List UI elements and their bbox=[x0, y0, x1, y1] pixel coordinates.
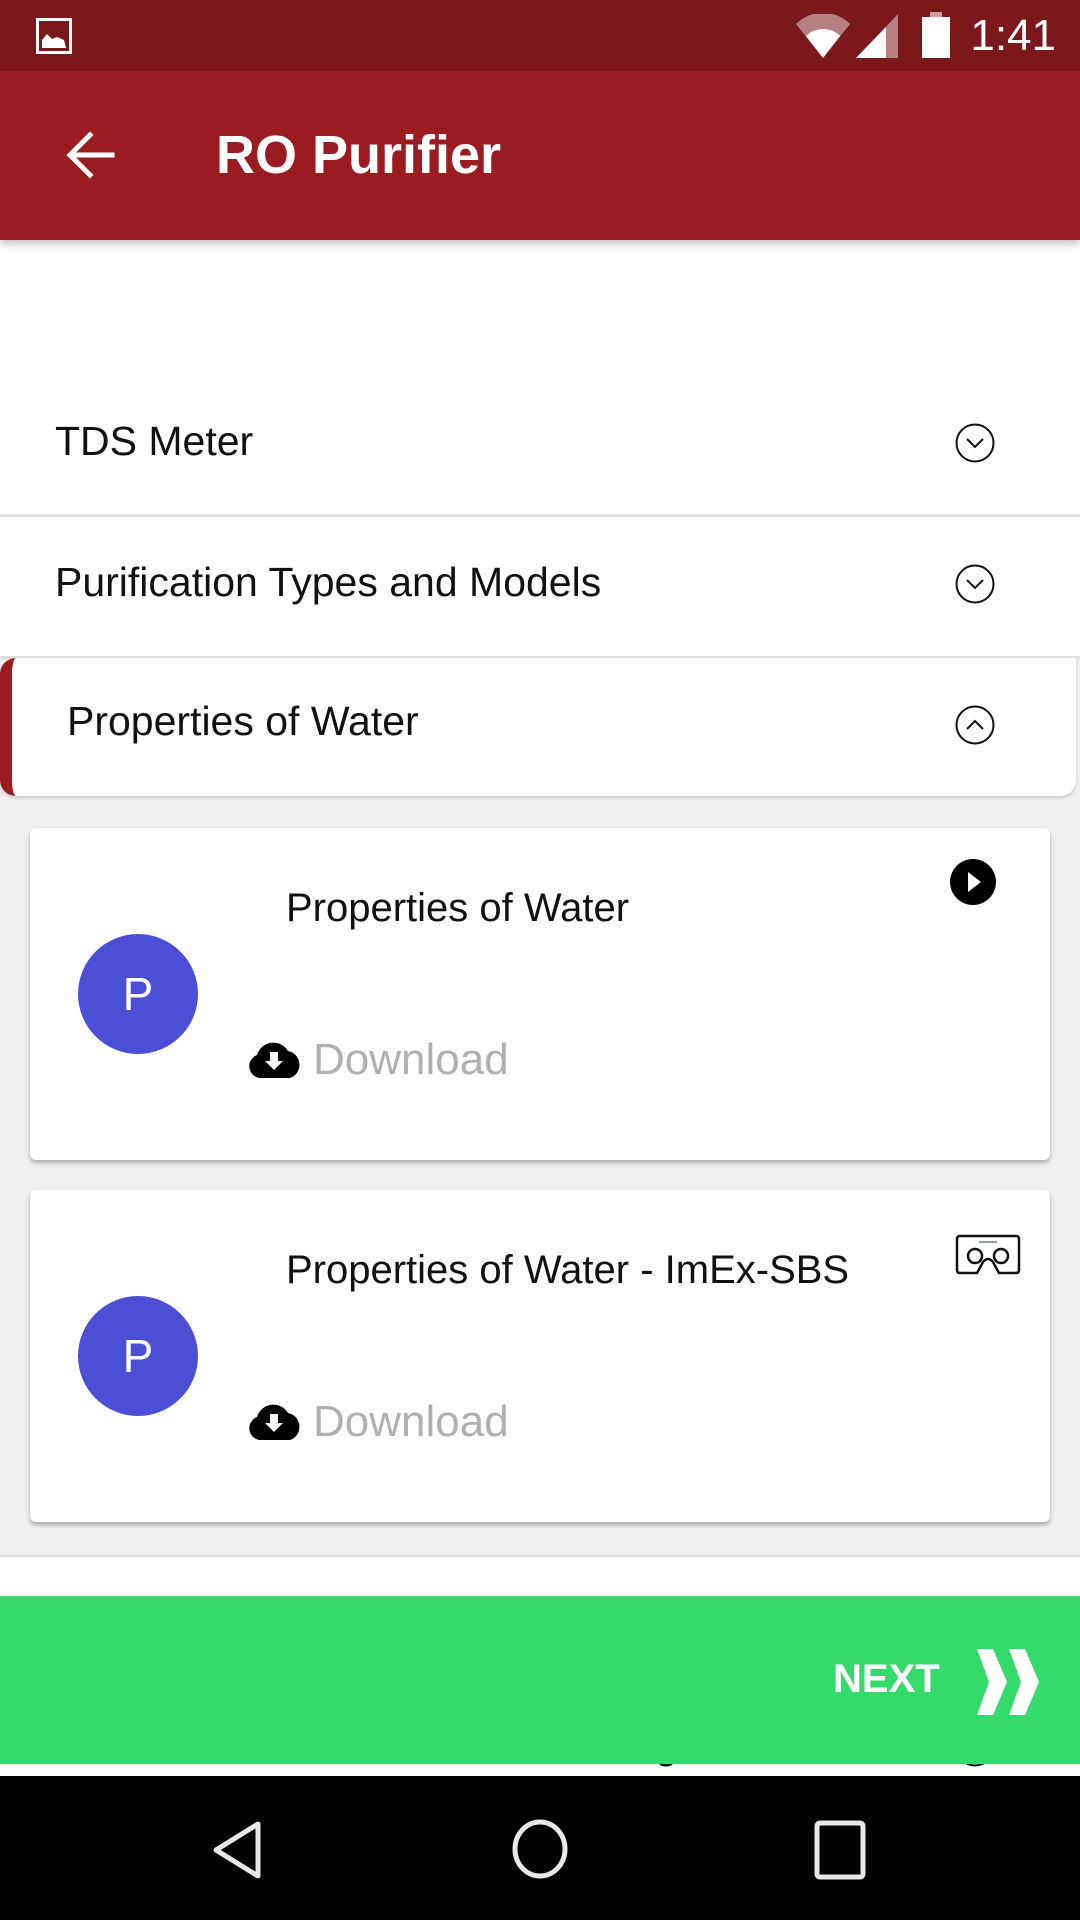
accordion-header-purification-types[interactable]: Purification Types and Models bbox=[0, 517, 1080, 656]
cloud-download-icon bbox=[249, 1404, 300, 1440]
image-notification-icon bbox=[36, 18, 72, 54]
avatar: P bbox=[78, 1296, 198, 1416]
accordion-header-tds-meter[interactable]: TDS Meter bbox=[0, 374, 1080, 514]
content-card[interactable]: P Properties of Water - ImEx-SBS Downloa… bbox=[30, 1190, 1050, 1522]
content-card[interactable]: P Properties of Water Download bbox=[30, 828, 1050, 1160]
system-nav-bar bbox=[0, 1776, 1080, 1920]
accordion-header-properties-of-water[interactable]: Properties of Water bbox=[0, 658, 1076, 796]
play-circle-icon[interactable] bbox=[949, 858, 997, 906]
card-title: Properties of Water bbox=[286, 886, 630, 930]
accordion-list: TDS Meter Purification Types and Models … bbox=[0, 240, 1080, 1776]
chevron-down-circle-icon[interactable] bbox=[955, 564, 995, 604]
next-button[interactable]: NEXT bbox=[0, 1596, 1080, 1764]
nav-home-button[interactable] bbox=[511, 1818, 569, 1880]
vr-headset-icon[interactable] bbox=[955, 1234, 1021, 1276]
next-label: NEXT bbox=[833, 1657, 940, 1701]
battery-icon bbox=[922, 12, 950, 58]
download-button[interactable]: Download bbox=[246, 1397, 509, 1447]
cloud-download-icon bbox=[249, 1042, 300, 1078]
nav-back-button[interactable] bbox=[212, 1820, 264, 1880]
accordion-label: TDS Meter bbox=[55, 418, 254, 464]
status-time: 1:41 bbox=[970, 11, 1056, 60]
chevron-down-circle-icon[interactable] bbox=[955, 423, 995, 463]
download-label: Download bbox=[313, 1397, 509, 1446]
accordion-label: Purification Types and Models bbox=[55, 559, 602, 605]
status-bar: 1:41 bbox=[0, 0, 1080, 71]
download-button[interactable]: Download bbox=[246, 1035, 509, 1085]
toolbar: RO Purifier bbox=[0, 71, 1080, 240]
nav-recents-button[interactable] bbox=[814, 1820, 866, 1880]
chevron-up-circle-icon[interactable] bbox=[955, 705, 995, 745]
card-title: Properties of Water - ImEx-SBS bbox=[286, 1248, 850, 1292]
download-label: Download bbox=[313, 1035, 509, 1084]
page-title: RO Purifier bbox=[216, 125, 502, 185]
wifi-icon bbox=[796, 14, 850, 58]
avatar: P bbox=[78, 934, 198, 1054]
back-arrow-button[interactable] bbox=[60, 123, 124, 187]
signal-icon bbox=[856, 14, 898, 58]
accordion-label: Properties of Water bbox=[67, 698, 419, 744]
double-chevron-right-icon bbox=[977, 1649, 1039, 1715]
